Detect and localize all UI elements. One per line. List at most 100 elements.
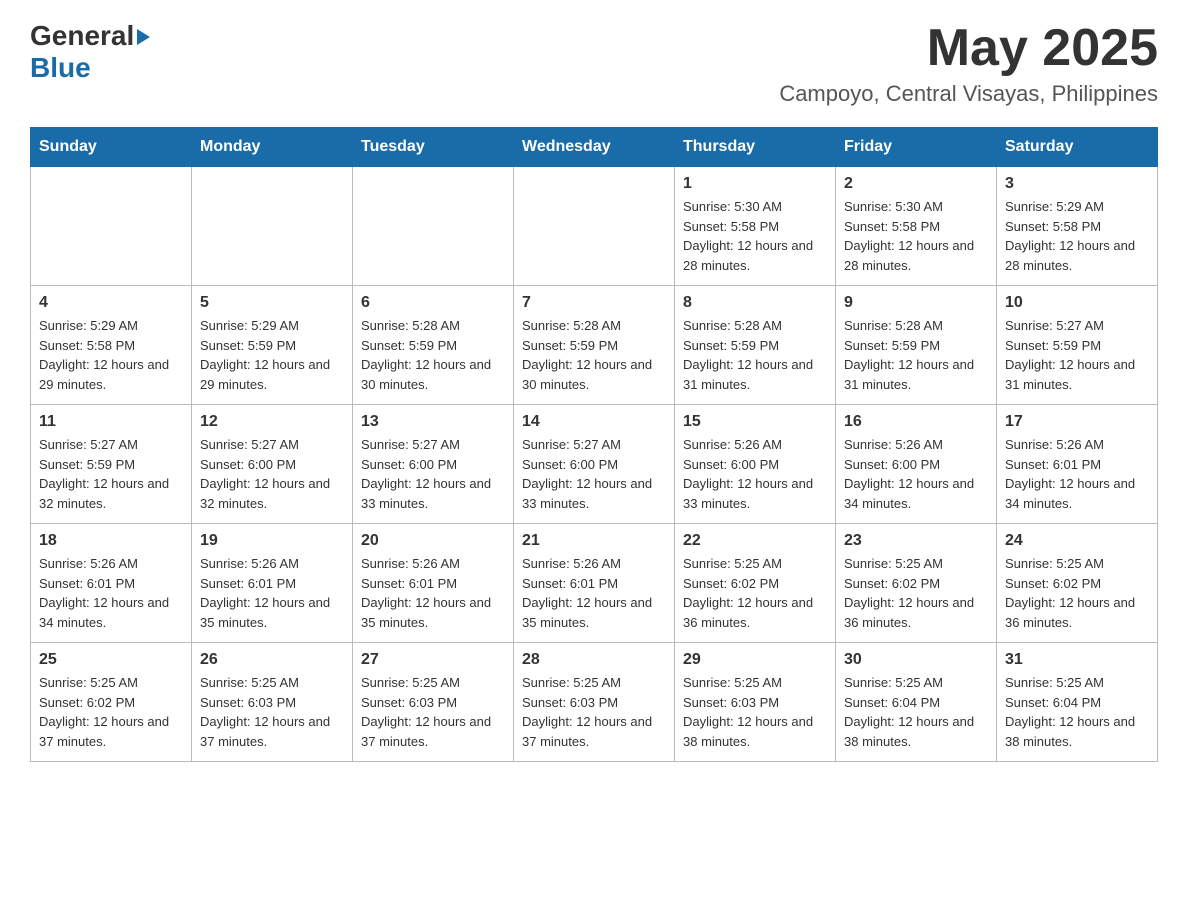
column-header-monday: Monday [192,128,353,167]
day-number: 9 [844,294,988,312]
day-number: 1 [683,175,827,193]
day-info: Sunrise: 5:25 AMSunset: 6:03 PMDaylight:… [361,673,505,751]
day-number: 31 [1005,651,1149,669]
title-section: May 2025 Campoyo, Central Visayas, Phili… [779,20,1158,107]
calendar-cell [192,167,353,286]
day-info: Sunrise: 5:26 AMSunset: 6:00 PMDaylight:… [844,435,988,513]
day-number: 19 [200,532,344,550]
column-header-sunday: Sunday [31,128,192,167]
calendar-week-row: 25 Sunrise: 5:25 AMSunset: 6:02 PMDayligh… [31,643,1158,762]
logo-general: General [30,20,134,52]
day-number: 23 [844,532,988,550]
calendar-cell: 18 Sunrise: 5:26 AMSunset: 6:01 PMDayligh… [31,524,192,643]
day-info: Sunrise: 5:25 AMSunset: 6:02 PMDaylight:… [683,554,827,632]
day-number: 27 [361,651,505,669]
day-info: Sunrise: 5:26 AMSunset: 6:01 PMDaylight:… [522,554,666,632]
day-info: Sunrise: 5:29 AMSunset: 5:58 PMDaylight:… [39,316,183,394]
day-info: Sunrise: 5:27 AMSunset: 5:59 PMDaylight:… [39,435,183,513]
month-title: May 2025 [779,20,1158,77]
day-number: 30 [844,651,988,669]
day-info: Sunrise: 5:26 AMSunset: 6:00 PMDaylight:… [683,435,827,513]
column-header-tuesday: Tuesday [353,128,514,167]
day-number: 26 [200,651,344,669]
day-info: Sunrise: 5:28 AMSunset: 5:59 PMDaylight:… [844,316,988,394]
day-number: 2 [844,175,988,193]
calendar-cell [31,167,192,286]
day-number: 6 [361,294,505,312]
column-header-thursday: Thursday [675,128,836,167]
day-number: 8 [683,294,827,312]
day-number: 16 [844,413,988,431]
logo: General Blue [30,20,150,84]
day-info: Sunrise: 5:26 AMSunset: 6:01 PMDaylight:… [200,554,344,632]
calendar-cell: 25 Sunrise: 5:25 AMSunset: 6:02 PMDayligh… [31,643,192,762]
day-info: Sunrise: 5:26 AMSunset: 6:01 PMDaylight:… [361,554,505,632]
calendar-cell: 26 Sunrise: 5:25 AMSunset: 6:03 PMDayligh… [192,643,353,762]
day-info: Sunrise: 5:28 AMSunset: 5:59 PMDaylight:… [522,316,666,394]
day-info: Sunrise: 5:27 AMSunset: 6:00 PMDaylight:… [361,435,505,513]
calendar-week-row: 4Sunrise: 5:29 AMSunset: 5:58 PMDaylight… [31,286,1158,405]
calendar-cell: 29 Sunrise: 5:25 AMSunset: 6:03 PMDayligh… [675,643,836,762]
calendar-week-row: 18 Sunrise: 5:26 AMSunset: 6:01 PMDayligh… [31,524,1158,643]
day-number: 18 [39,532,183,550]
day-info: Sunrise: 5:30 AMSunset: 5:58 PMDaylight:… [844,197,988,275]
calendar-cell: 10 Sunrise: 5:27 AMSunset: 5:59 PMDayligh… [997,286,1158,405]
day-info: Sunrise: 5:25 AMSunset: 6:03 PMDaylight:… [200,673,344,751]
calendar-cell: 7 Sunrise: 5:28 AMSunset: 5:59 PMDaylight… [514,286,675,405]
calendar-cell [514,167,675,286]
calendar-cell [353,167,514,286]
day-info: Sunrise: 5:25 AMSunset: 6:04 PMDaylight:… [844,673,988,751]
day-info: Sunrise: 5:25 AMSunset: 6:02 PMDaylight:… [39,673,183,751]
day-info: Sunrise: 5:27 AMSunset: 5:59 PMDaylight:… [1005,316,1149,394]
day-number: 5 [200,294,344,312]
day-info: Sunrise: 5:28 AMSunset: 5:59 PMDaylight:… [361,316,505,394]
day-number: 10 [1005,294,1149,312]
calendar-cell: 1 Sunrise: 5:30 AMSunset: 5:58 PMDaylight… [675,167,836,286]
calendar-cell: 13 Sunrise: 5:27 AMSunset: 6:00 PMDayligh… [353,405,514,524]
day-number: 11 [39,413,183,431]
column-header-saturday: Saturday [997,128,1158,167]
calendar-cell: 2 Sunrise: 5:30 AMSunset: 5:58 PMDaylight… [836,167,997,286]
calendar-cell: 22Sunrise: 5:25 AMSunset: 6:02 PMDayligh… [675,524,836,643]
calendar-cell: 17Sunrise: 5:26 AMSunset: 6:01 PMDayligh… [997,405,1158,524]
day-info: Sunrise: 5:25 AMSunset: 6:03 PMDaylight:… [683,673,827,751]
day-number: 3 [1005,175,1149,193]
day-info: Sunrise: 5:30 AMSunset: 5:58 PMDaylight:… [683,197,827,275]
calendar-cell: 11 Sunrise: 5:27 AMSunset: 5:59 PMDayligh… [31,405,192,524]
day-number: 25 [39,651,183,669]
logo-triangle-icon [137,29,150,45]
calendar-cell: 12 Sunrise: 5:27 AMSunset: 6:00 PMDayligh… [192,405,353,524]
day-number: 14 [522,413,666,431]
day-number: 12 [200,413,344,431]
calendar-cell: 19 Sunrise: 5:26 AMSunset: 6:01 PMDayligh… [192,524,353,643]
calendar-cell: 6 Sunrise: 5:28 AMSunset: 5:59 PMDaylight… [353,286,514,405]
calendar-cell: 9 Sunrise: 5:28 AMSunset: 5:59 PMDaylight… [836,286,997,405]
day-number: 21 [522,532,666,550]
calendar-header-row: SundayMondayTuesdayWednesdayThursdayFrid… [31,128,1158,167]
calendar-cell: 27 Sunrise: 5:25 AMSunset: 6:03 PMDayligh… [353,643,514,762]
calendar-cell: 5Sunrise: 5:29 AMSunset: 5:59 PMDaylight… [192,286,353,405]
day-number: 15 [683,413,827,431]
calendar-cell: 3Sunrise: 5:29 AMSunset: 5:58 PMDaylight… [997,167,1158,286]
day-info: Sunrise: 5:27 AMSunset: 6:00 PMDaylight:… [200,435,344,513]
day-info: Sunrise: 5:28 AMSunset: 5:59 PMDaylight:… [683,316,827,394]
day-info: Sunrise: 5:27 AMSunset: 6:00 PMDaylight:… [522,435,666,513]
day-number: 7 [522,294,666,312]
day-info: Sunrise: 5:25 AMSunset: 6:03 PMDaylight:… [522,673,666,751]
day-number: 13 [361,413,505,431]
calendar-cell: 20 Sunrise: 5:26 AMSunset: 6:01 PMDayligh… [353,524,514,643]
calendar-cell: 15 Sunrise: 5:26 AMSunset: 6:00 PMDayligh… [675,405,836,524]
logo-blue: Blue [30,52,91,84]
calendar-table: SundayMondayTuesdayWednesdayThursdayFrid… [30,127,1158,762]
calendar-cell: 24Sunrise: 5:25 AMSunset: 6:02 PMDayligh… [997,524,1158,643]
calendar-cell: 14 Sunrise: 5:27 AMSunset: 6:00 PMDayligh… [514,405,675,524]
day-number: 20 [361,532,505,550]
day-info: Sunrise: 5:25 AMSunset: 6:02 PMDaylight:… [844,554,988,632]
day-number: 28 [522,651,666,669]
calendar-cell: 4Sunrise: 5:29 AMSunset: 5:58 PMDaylight… [31,286,192,405]
day-number: 29 [683,651,827,669]
day-info: Sunrise: 5:26 AMSunset: 6:01 PMDaylight:… [39,554,183,632]
calendar-cell: 8 Sunrise: 5:28 AMSunset: 5:59 PMDaylight… [675,286,836,405]
column-header-wednesday: Wednesday [514,128,675,167]
calendar-cell: 30 Sunrise: 5:25 AMSunset: 6:04 PMDayligh… [836,643,997,762]
